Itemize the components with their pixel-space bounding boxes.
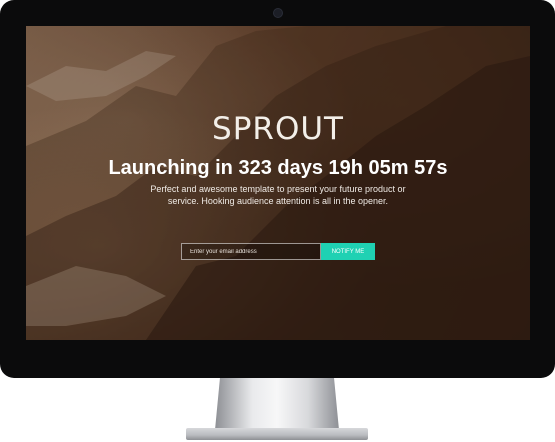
- notify-me-button[interactable]: NOTIFY ME: [321, 243, 375, 260]
- monitor-bezel: SPROUT Launching in 323 days 19h 05m 57s…: [0, 0, 555, 378]
- subscribe-form: NOTIFY ME: [181, 243, 375, 260]
- landing-page-screen: SPROUT Launching in 323 days 19h 05m 57s…: [26, 26, 530, 340]
- monitor-stand-base: [186, 428, 368, 440]
- hero-description: Perfect and awesome template to present …: [150, 184, 406, 206]
- email-input[interactable]: [181, 243, 321, 260]
- camera-icon: [273, 8, 283, 18]
- monitor-stand-neck: [215, 378, 339, 430]
- hero-content: SPROUT Launching in 323 days 19h 05m 57s…: [26, 26, 530, 340]
- countdown-headline: Launching in 323 days 19h 05m 57s: [108, 157, 448, 179]
- brand-title: SPROUT: [212, 111, 344, 147]
